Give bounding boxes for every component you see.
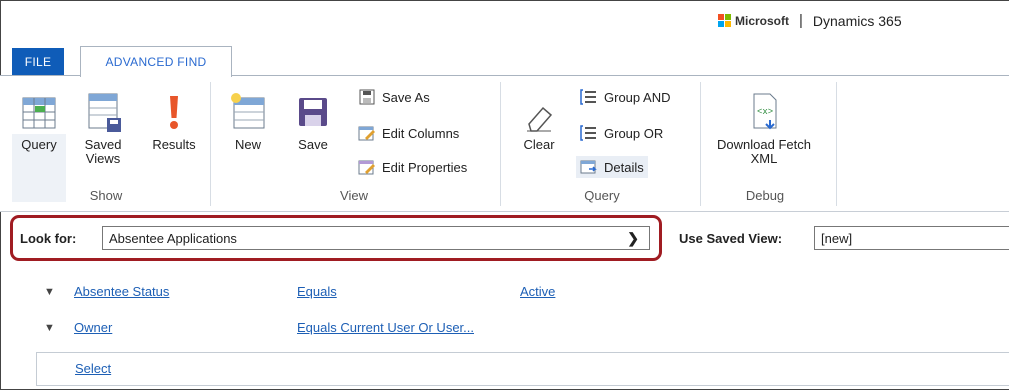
tab-advanced-find[interactable]: ADVANCED FIND: [80, 46, 232, 77]
query-label: Query: [21, 137, 57, 152]
chevron-down-icon[interactable]: ▼: [44, 322, 55, 334]
debug-group-label: Debug: [745, 188, 785, 203]
group-and-icon: [580, 89, 596, 105]
group-or-button[interactable]: Group OR: [580, 124, 663, 142]
eraser-icon: [527, 106, 553, 132]
use-saved-view-dropdown[interactable]: [new]: [814, 226, 1009, 250]
chevron-down-icon: ❯: [627, 230, 639, 246]
save-as-icon: [359, 89, 375, 105]
condition-operator[interactable]: Equals: [297, 284, 337, 299]
edit-properties-label: Edit Properties: [382, 159, 468, 175]
brand: Microsoft | Dynamics 365: [718, 12, 902, 29]
svg-text:<x>: <x>: [757, 107, 773, 117]
look-for-dropdown[interactable]: Absentee Applications ❯: [102, 226, 650, 250]
microsoft-logo: Microsoft: [718, 14, 789, 28]
new-button[interactable]: New: [226, 90, 270, 152]
condition-row: ▼ Owner Equals Current User Or User...: [0, 318, 1009, 342]
microsoft-text: Microsoft: [735, 13, 789, 28]
save-button[interactable]: Save: [290, 90, 336, 152]
results-label: Results: [152, 137, 196, 152]
download-fetch-xml-button[interactable]: <x> Download Fetch XML: [708, 90, 820, 166]
details-button[interactable]: Details: [576, 156, 648, 178]
group-separator: [700, 82, 701, 206]
details-icon: [580, 160, 597, 174]
view-group-label: View: [340, 188, 368, 203]
details-label: Details: [604, 159, 644, 175]
condition-field[interactable]: Owner: [74, 320, 112, 335]
use-saved-view-value: [new]: [821, 230, 853, 246]
query-grid-icon: [22, 97, 56, 129]
new-query-icon: [231, 93, 265, 129]
select-link[interactable]: Select: [75, 361, 111, 376]
tab-file[interactable]: FILE: [12, 48, 64, 76]
group-separator: [500, 82, 501, 206]
saved-views-icon: [88, 93, 121, 132]
look-for-value: Absentee Applications: [109, 230, 237, 246]
new-label: New: [234, 137, 261, 152]
show-group-label: Show: [89, 188, 123, 203]
group-separator: [836, 82, 837, 206]
condition-operator[interactable]: Equals Current User Or User...: [297, 320, 474, 335]
edit-properties-icon: [358, 160, 375, 175]
condition-field[interactable]: Absentee Status: [74, 284, 169, 299]
look-for-label: Look for:: [20, 231, 77, 246]
select-row: Select: [36, 352, 1009, 386]
exclamation-icon: [170, 96, 178, 129]
edit-columns-icon: [358, 126, 375, 141]
use-saved-view-label: Use Saved View:: [679, 231, 783, 246]
ribbon-tabs: FILE ADVANCED FIND: [0, 42, 1009, 77]
condition-row: ▼ Absentee Status Equals Active: [0, 282, 1009, 306]
brand-separator: |: [799, 12, 803, 29]
download-xml-icon: <x>: [753, 93, 777, 130]
microsoft-squares-icon: [718, 14, 731, 27]
edit-columns-label: Edit Columns: [382, 125, 460, 141]
query-button[interactable]: Query: [14, 90, 64, 152]
download-fetch-xml-label: Download Fetch XML: [717, 137, 811, 166]
floppy-disk-icon: [299, 98, 327, 126]
ribbon: Query Saved Views Results Show New Save …: [0, 76, 1009, 212]
group-or-label: Group OR: [604, 125, 664, 141]
clear-label: Clear: [523, 137, 555, 152]
save-as-label: Save As: [382, 89, 430, 105]
group-separator: [210, 82, 211, 206]
clear-button[interactable]: Clear: [516, 100, 562, 152]
saved-views-button[interactable]: Saved Views: [76, 90, 130, 166]
query-group-label: Query: [584, 188, 620, 203]
product-name[interactable]: Dynamics 365: [813, 13, 902, 29]
group-or-icon: [580, 125, 596, 141]
edit-columns-button[interactable]: Edit Columns: [358, 124, 459, 142]
saved-views-label: Saved Views: [84, 137, 122, 166]
condition-value[interactable]: Active: [520, 284, 555, 299]
group-and-label: Group AND: [604, 89, 671, 105]
ribbon-bottom-border: [0, 211, 1009, 212]
chevron-down-icon[interactable]: ▼: [44, 286, 55, 298]
group-and-button[interactable]: Group AND: [580, 88, 670, 106]
edit-properties-button[interactable]: Edit Properties: [358, 158, 467, 176]
results-button[interactable]: Results: [146, 90, 202, 152]
top-bar: Microsoft | Dynamics 365: [0, 0, 1009, 42]
save-label: Save: [298, 137, 328, 152]
save-as-button[interactable]: Save As: [358, 88, 430, 106]
